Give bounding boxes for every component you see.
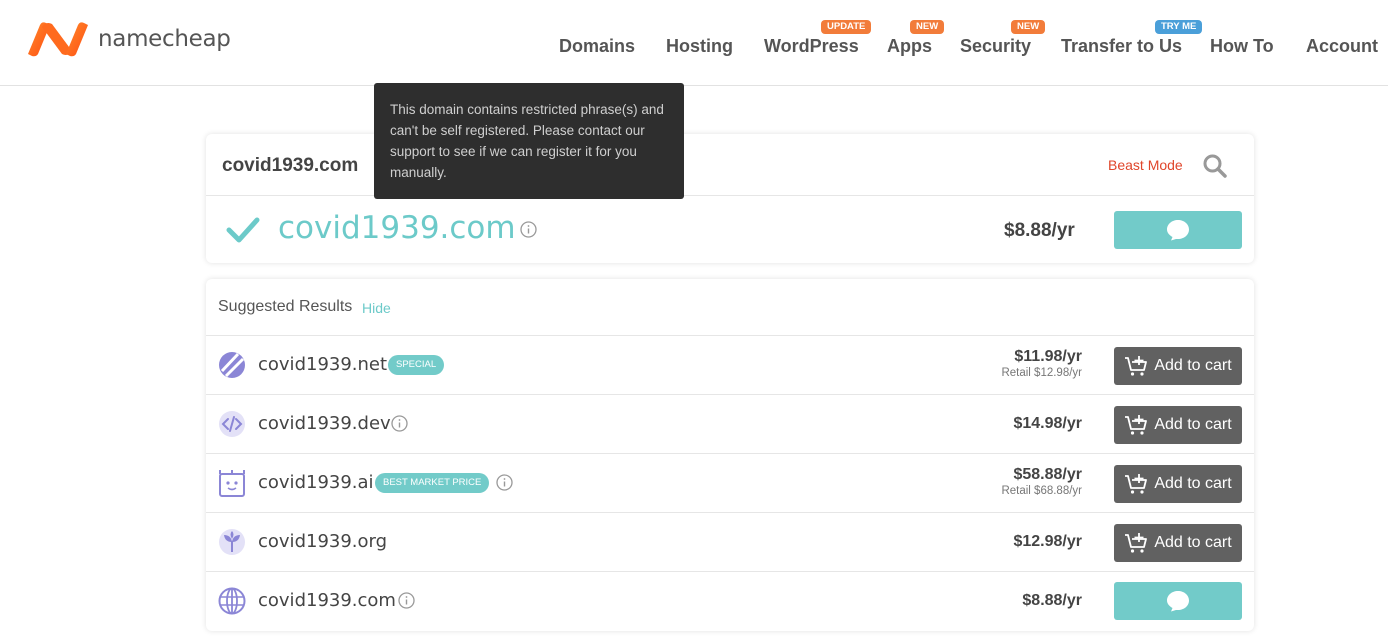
price-block: $11.98/yr Retail $12.98/yr bbox=[1001, 348, 1082, 379]
info-icon[interactable] bbox=[398, 592, 415, 609]
nav-transfer[interactable]: Transfer to Us bbox=[1061, 36, 1182, 57]
suggested-row-com: covid1939.com $8.88/yr bbox=[206, 572, 1254, 631]
net-tld-icon bbox=[219, 352, 245, 378]
nav-security[interactable]: Security bbox=[960, 36, 1031, 57]
suggested-domain-name: covid1939.ai bbox=[258, 472, 374, 493]
check-icon bbox=[226, 217, 260, 243]
main-domain-name: covid1939.com bbox=[278, 210, 516, 246]
main-domain-result: covid1939.com $8.88/yr bbox=[206, 196, 1254, 263]
info-icon[interactable] bbox=[520, 221, 537, 238]
nav-badge-try-me: TRY ME bbox=[1155, 20, 1203, 34]
price-block: $12.98/yr bbox=[1013, 533, 1082, 551]
add-to-cart-button[interactable]: Add to cart bbox=[1114, 465, 1242, 503]
price-block: $8.88/yr bbox=[1022, 592, 1082, 610]
cart-plus-icon bbox=[1125, 415, 1148, 435]
add-to-cart-button[interactable]: Add to cart bbox=[1114, 347, 1242, 385]
main-domain-price: $8.88/yr bbox=[1004, 220, 1075, 241]
suggested-title: Suggested Results bbox=[218, 298, 353, 315]
globe-tld-icon bbox=[218, 587, 246, 615]
price-block: $14.98/yr bbox=[1013, 415, 1082, 433]
code-tld-icon bbox=[219, 411, 245, 437]
price-block: $58.88/yr Retail $68.88/yr bbox=[1001, 466, 1082, 497]
add-to-cart-label: Add to cart bbox=[1154, 475, 1232, 492]
retail-price: Retail $12.98/yr bbox=[1001, 367, 1082, 379]
add-to-cart-label: Add to cart bbox=[1154, 357, 1232, 374]
cart-plus-icon bbox=[1125, 474, 1148, 494]
search-bar[interactable]: covid1939.com Beast Mode bbox=[206, 134, 1254, 196]
suggested-price: $58.88/yr bbox=[1013, 466, 1082, 483]
nav-badge-new-apps: NEW bbox=[910, 20, 945, 34]
best-market-price-badge: BEST MARKET PRICE bbox=[375, 473, 490, 493]
special-badge: SPECIAL bbox=[388, 355, 445, 375]
retail-price: Retail $68.88/yr bbox=[1001, 485, 1082, 497]
suggested-row-ai: covid1939.ai BEST MARKET PRICE $58.88/yr… bbox=[206, 454, 1254, 513]
chat-bubble-icon bbox=[1167, 591, 1189, 612]
nav-how-to[interactable]: How To bbox=[1210, 36, 1274, 57]
add-to-cart-label: Add to cart bbox=[1154, 534, 1232, 551]
hide-suggestions-link[interactable]: Hide bbox=[362, 300, 391, 316]
nav-apps[interactable]: Apps bbox=[887, 36, 932, 57]
suggested-price: $12.98/yr bbox=[1013, 533, 1082, 550]
suggested-domain-name: covid1939.org bbox=[258, 531, 388, 552]
suggested-row-org: covid1939.org $12.98/yr Add to cart bbox=[206, 513, 1254, 572]
contact-support-button[interactable] bbox=[1114, 211, 1242, 249]
suggested-domain-name: covid1939.com bbox=[258, 590, 396, 611]
restricted-domain-tooltip: This domain contains restricted phrase(s… bbox=[374, 83, 684, 199]
suggested-price: $14.98/yr bbox=[1013, 415, 1082, 432]
search-icon[interactable] bbox=[1202, 153, 1228, 179]
info-icon[interactable] bbox=[496, 474, 513, 491]
suggested-row-net: covid1939.net SPECIAL $11.98/yr Retail $… bbox=[206, 336, 1254, 395]
robot-tld-icon bbox=[219, 470, 245, 497]
suggested-price: $8.88/yr bbox=[1022, 592, 1082, 609]
suggested-price: $11.98/yr bbox=[1014, 348, 1082, 365]
nav-hosting[interactable]: Hosting bbox=[666, 36, 733, 57]
suggested-row-dev: covid1939.dev $14.98/yr Add to cart bbox=[206, 395, 1254, 454]
nav-account[interactable]: Account bbox=[1306, 36, 1378, 57]
cart-plus-icon bbox=[1125, 356, 1148, 376]
add-to-cart-button[interactable]: Add to cart bbox=[1114, 524, 1242, 562]
beast-mode-link[interactable]: Beast Mode bbox=[1108, 157, 1183, 173]
suggested-header: Suggested Results Hide bbox=[206, 279, 1254, 336]
nav-domains[interactable]: Domains bbox=[559, 36, 635, 57]
site-header: namecheap Domains Hosting UPDATE WordPre… bbox=[0, 0, 1388, 86]
contact-support-button[interactable] bbox=[1114, 582, 1242, 620]
search-input[interactable]: covid1939.com bbox=[222, 155, 358, 177]
nav-badge-update: UPDATE bbox=[821, 20, 872, 34]
add-to-cart-button[interactable]: Add to cart bbox=[1114, 406, 1242, 444]
add-to-cart-label: Add to cart bbox=[1154, 416, 1232, 433]
cart-plus-icon bbox=[1125, 533, 1148, 553]
main-nav: Domains Hosting UPDATE WordPress NEW App… bbox=[0, 0, 1388, 86]
suggested-results-card: Suggested Results Hide covid1939.net SPE… bbox=[206, 279, 1254, 631]
nav-badge-new-security: NEW bbox=[1011, 20, 1046, 34]
info-icon[interactable] bbox=[391, 415, 408, 432]
sprout-tld-icon bbox=[219, 529, 245, 555]
search-result-card: covid1939.com Beast Mode covid1939.com $… bbox=[206, 134, 1254, 263]
suggested-domain-name: covid1939.net bbox=[258, 354, 388, 375]
suggested-domain-name: covid1939.dev bbox=[258, 413, 391, 434]
chat-bubble-icon bbox=[1167, 220, 1189, 241]
nav-wordpress[interactable]: WordPress bbox=[764, 36, 859, 57]
